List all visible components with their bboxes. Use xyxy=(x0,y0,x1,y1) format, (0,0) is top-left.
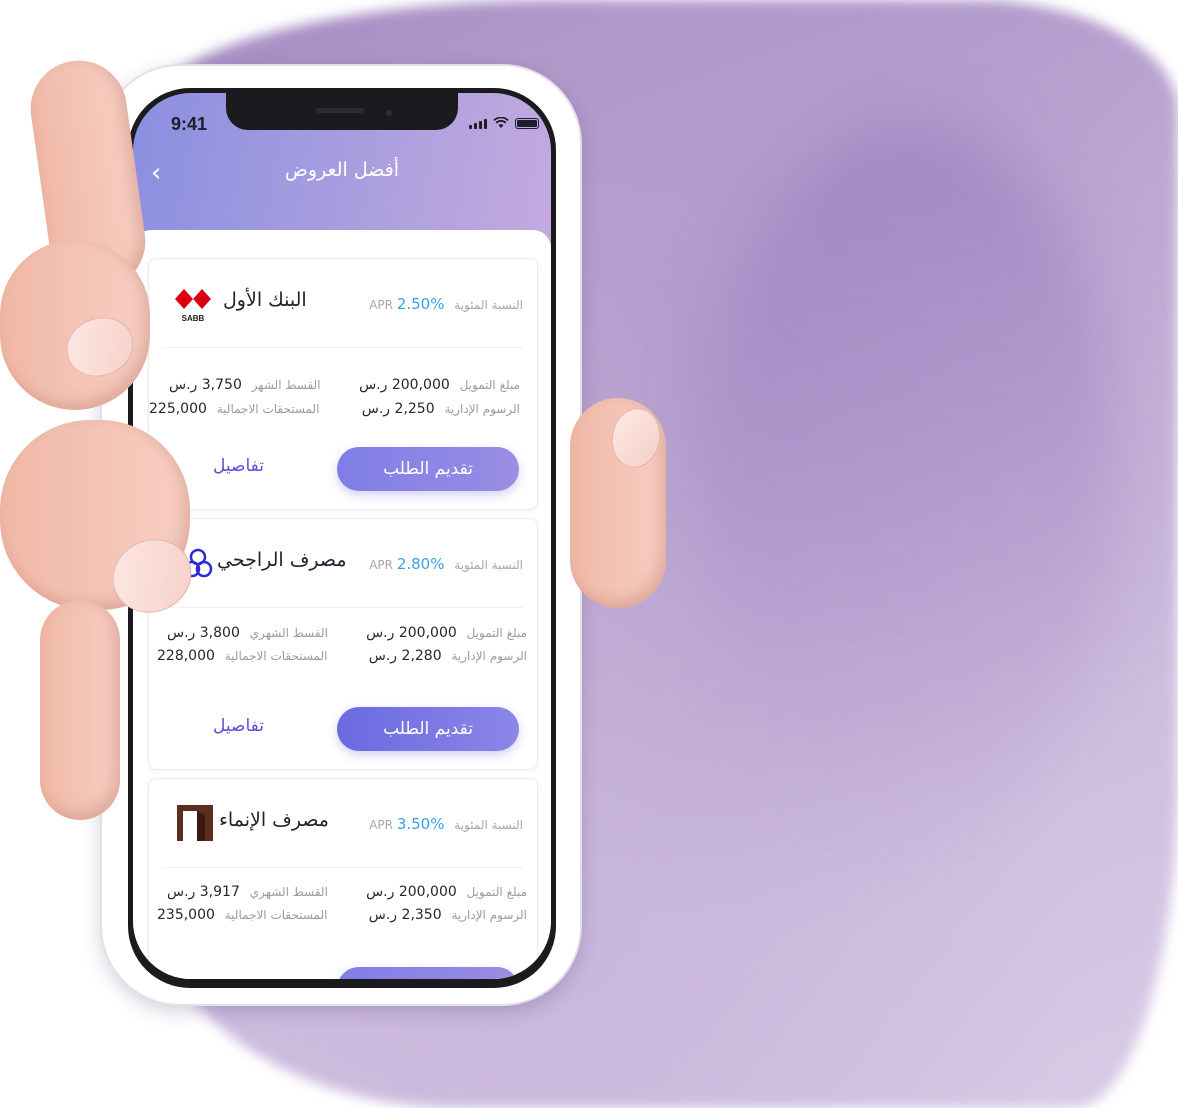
monthly-value: 3,917 ر.س xyxy=(167,884,240,900)
speaker-grille xyxy=(316,108,364,113)
monthly-installment: القسط الشهري 3,917 ر.س xyxy=(167,884,328,900)
apr-value: 2.50% xyxy=(396,295,445,313)
wifi-icon xyxy=(493,117,509,128)
apr-value: 3.50% xyxy=(396,815,445,833)
total-dues: المستحقات الاجمالية 225,000 xyxy=(149,401,319,417)
apply-button[interactable]: تقديم الطلب xyxy=(337,707,519,751)
finance-amount: مبلغ التمويل 200,000 ر.س xyxy=(366,625,527,641)
apr-value: 2.80% xyxy=(396,555,445,573)
monthly-label: القسط الشهر xyxy=(251,378,321,392)
apr-label: النسبة المئوية APR xyxy=(369,818,523,832)
apr-info: النسبة المئوية APR 2.80% xyxy=(369,555,523,573)
offer-card: النسبة المئوية APR 3.50% مصرف الإنماء مب… xyxy=(148,778,538,979)
finance-value: 200,000 ر.س xyxy=(359,377,450,393)
admin-fee-value: 2,280 ر.س xyxy=(368,648,442,664)
admin-fee: الرسوم الإدارية 2,280 ر.س xyxy=(369,648,527,664)
details-link[interactable]: تفاصيل xyxy=(213,716,264,736)
monthly-installment: القسط الشهري 3,800 ر.س xyxy=(167,625,328,641)
finance-value: 200,000 ر.س xyxy=(366,884,457,900)
alinma-door-icon xyxy=(177,805,213,841)
monthly-label: القسط الشهري xyxy=(249,626,328,640)
monthly-label: القسط الشهري xyxy=(249,885,328,899)
sabb-hexagon-icon xyxy=(175,289,211,309)
sabb-logo: SABB xyxy=(175,289,211,323)
background-shade xyxy=(700,120,1120,820)
hand-index-finger xyxy=(0,240,150,410)
finance-label: مبلغ التمويل xyxy=(466,885,527,899)
details-link[interactable]: تفاصيل xyxy=(213,456,264,476)
admin-fee-label: الرسوم الإدارية xyxy=(451,908,527,922)
alinma-logo xyxy=(177,805,213,841)
phone-screen: 9:41 ‹ أفضل العروض النسبة المئوية APR 2.… xyxy=(133,93,551,979)
admin-fee-value: 2,350 ر.س xyxy=(368,907,442,923)
total-dues: المستحقات الاجمالية 235,000 xyxy=(157,907,327,923)
sabb-logo-text: SABB xyxy=(181,314,205,323)
total-label: المستحقات الاجمالية xyxy=(216,402,320,416)
offer-card-header: النسبة المئوية APR 3.50% مصرف الإنماء xyxy=(163,779,523,868)
total-value: 235,000 xyxy=(157,907,215,923)
apr-label: النسبة المئوية APR xyxy=(369,558,523,572)
apply-button[interactable] xyxy=(337,967,519,979)
apply-button[interactable]: تقديم الطلب xyxy=(337,447,519,491)
page-title: أفضل العروض xyxy=(284,159,400,181)
total-dues: المستحقات الاجمالية 228,000 xyxy=(157,648,327,664)
finance-label: مبلغ التمويل xyxy=(466,626,527,640)
offer-card-header: النسبة المئوية APR 2.50% البنك الأول SAB… xyxy=(163,259,523,348)
monthly-value: 3,800 ر.س xyxy=(167,625,240,641)
front-camera xyxy=(386,110,392,116)
status-time: 9:41 xyxy=(171,114,208,134)
admin-fee-value: 2,250 ر.س xyxy=(361,401,435,417)
admin-fee: الرسوم الإدارية 2,250 ر.س xyxy=(362,401,520,417)
finance-label: مبلغ التمويل xyxy=(459,378,520,392)
finance-amount: مبلغ التمويل 200,000 ر.س xyxy=(359,377,520,393)
total-label: المستحقات الاجمالية xyxy=(224,649,328,663)
offer-card: النسبة المئوية APR 2.50% البنك الأول SAB… xyxy=(148,258,538,510)
admin-fee-label: الرسوم الإدارية xyxy=(444,402,520,416)
apr-info: النسبة المئوية APR 3.50% xyxy=(369,815,523,833)
total-value: 228,000 xyxy=(157,648,215,664)
signal-icon xyxy=(469,119,487,129)
battery-icon xyxy=(515,118,539,129)
finance-value: 200,000 ر.س xyxy=(366,625,457,641)
bank-name: مصرف الراجحي xyxy=(217,549,347,571)
offer-card: النسبة المئوية APR 2.80% مصرف الراجحي مب… xyxy=(148,518,538,770)
monthly-value: 3,750 ر.س xyxy=(169,377,242,393)
total-label: المستحقات الاجمالية xyxy=(224,908,328,922)
notch xyxy=(226,93,458,130)
bank-name: مصرف الإنماء xyxy=(219,809,329,831)
finance-amount: مبلغ التمويل 200,000 ر.س xyxy=(366,884,527,900)
bank-name: البنك الأول xyxy=(223,289,307,311)
apr-label: النسبة المئوية APR xyxy=(369,298,523,312)
status-icons xyxy=(469,117,539,129)
monthly-installment: القسط الشهر 3,750 ر.س xyxy=(169,377,321,393)
admin-fee-label: الرسوم الإدارية xyxy=(451,649,527,663)
apr-info: النسبة المئوية APR 2.50% xyxy=(369,295,523,313)
offer-card-header: النسبة المئوية APR 2.80% مصرف الراجحي xyxy=(163,519,523,608)
hand-palm xyxy=(40,600,120,820)
admin-fee: الرسوم الإدارية 2,350 ر.س xyxy=(369,907,527,923)
offers-list: النسبة المئوية APR 2.50% البنك الأول SAB… xyxy=(133,230,551,979)
total-value: 225,000 xyxy=(149,401,207,417)
